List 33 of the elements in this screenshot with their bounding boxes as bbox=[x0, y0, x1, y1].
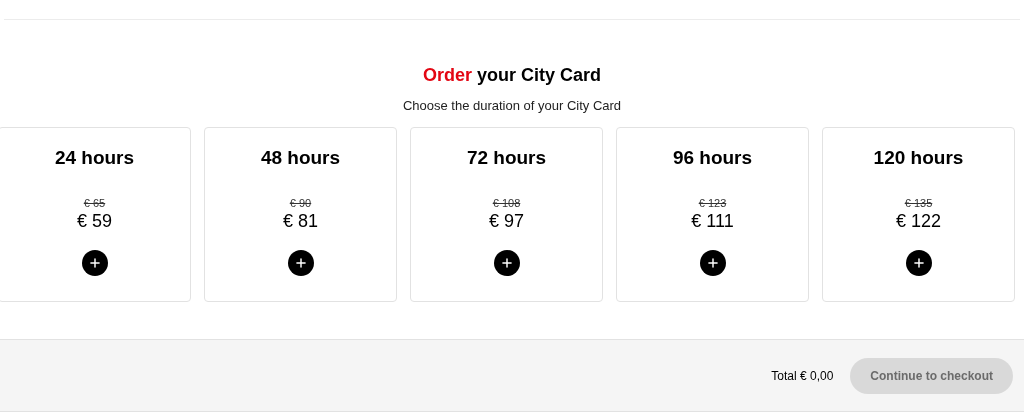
add-button[interactable] bbox=[287, 250, 314, 276]
total-text: Total € 0,00 bbox=[771, 367, 834, 385]
duration-card[interactable]: 120 hours € 135 € 122 bbox=[822, 127, 1015, 302]
old-price: € 65 bbox=[83, 196, 106, 210]
plus-icon bbox=[911, 256, 926, 270]
price: € 81 bbox=[282, 210, 318, 232]
duration-label: 120 hours bbox=[873, 146, 964, 170]
old-price: € 123 bbox=[698, 196, 727, 210]
add-button[interactable] bbox=[493, 250, 520, 276]
duration-card[interactable]: 48 hours € 90 € 81 bbox=[204, 127, 397, 302]
price: € 122 bbox=[895, 210, 941, 232]
duration-label: 48 hours bbox=[260, 146, 341, 170]
old-price: € 135 bbox=[904, 196, 933, 210]
duration-card[interactable]: 24 hours € 65 € 59 bbox=[0, 127, 191, 302]
duration-card[interactable]: 72 hours € 108 € 97 bbox=[410, 127, 603, 302]
add-button[interactable] bbox=[81, 250, 108, 276]
old-price: € 90 bbox=[289, 196, 312, 210]
add-button[interactable] bbox=[905, 250, 932, 276]
subtitle: Choose the duration of your City Card bbox=[402, 98, 622, 114]
plus-icon bbox=[87, 256, 102, 270]
plus-icon bbox=[499, 256, 514, 270]
plus-icon bbox=[705, 256, 720, 270]
duration-card[interactable]: 96 hours € 123 € 111 bbox=[616, 127, 809, 302]
plus-icon bbox=[293, 256, 308, 270]
page-heading: Order your City Card bbox=[422, 64, 602, 87]
duration-label: 72 hours bbox=[466, 146, 547, 170]
add-button[interactable] bbox=[699, 250, 726, 276]
price: € 59 bbox=[76, 210, 112, 232]
duration-label: 24 hours bbox=[54, 146, 135, 170]
price: € 111 bbox=[691, 210, 734, 232]
price: € 97 bbox=[488, 210, 524, 232]
duration-label: 96 hours bbox=[672, 146, 753, 170]
old-price: € 108 bbox=[492, 196, 521, 210]
